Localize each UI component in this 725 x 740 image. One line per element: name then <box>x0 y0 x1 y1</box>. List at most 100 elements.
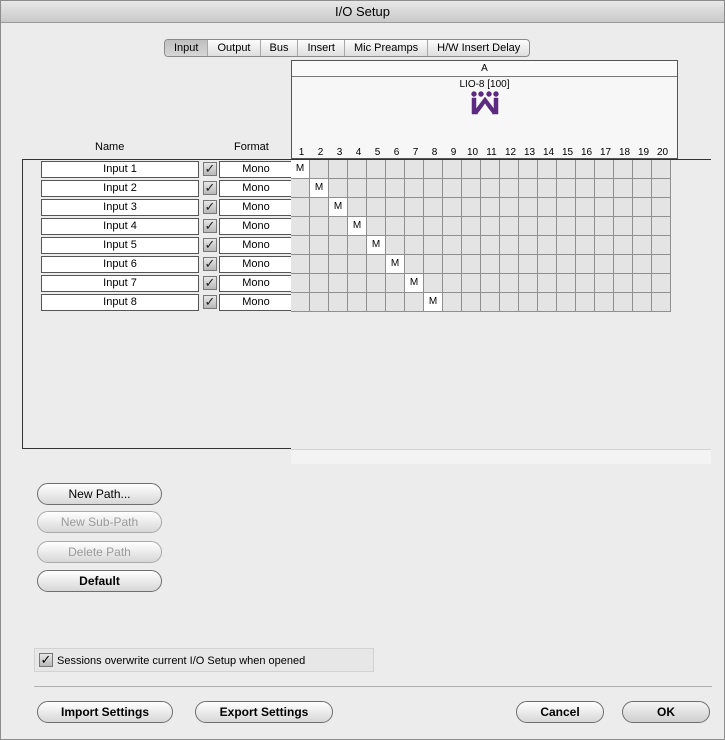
assignment-cell[interactable] <box>291 255 310 274</box>
assignment-cell[interactable] <box>633 274 652 293</box>
assignment-cell[interactable] <box>576 255 595 274</box>
assignment-cell[interactable] <box>386 274 405 293</box>
assignment-cell[interactable] <box>310 160 329 179</box>
assignment-cell[interactable] <box>519 293 538 312</box>
assignment-cell[interactable] <box>329 293 348 312</box>
assignment-cell[interactable] <box>614 293 633 312</box>
assignment-cell[interactable] <box>557 274 576 293</box>
assignment-cell[interactable] <box>291 236 310 255</box>
assignment-cell[interactable] <box>424 255 443 274</box>
assignment-cell[interactable] <box>367 274 386 293</box>
assignment-cell[interactable] <box>500 217 519 236</box>
path-format-field[interactable]: Mono <box>219 237 293 254</box>
assignment-cell[interactable] <box>519 179 538 198</box>
assignment-cell[interactable] <box>310 255 329 274</box>
assignment-cell[interactable] <box>519 160 538 179</box>
assignment-cell[interactable] <box>557 236 576 255</box>
assignment-cell[interactable] <box>462 217 481 236</box>
assignment-cell[interactable] <box>348 274 367 293</box>
assignment-cell[interactable] <box>614 236 633 255</box>
assignment-cell[interactable] <box>367 255 386 274</box>
assignment-cell[interactable] <box>386 179 405 198</box>
assignment-cell-active[interactable]: M <box>329 198 348 217</box>
assignment-cell[interactable] <box>538 198 557 217</box>
tab-mic-preamps[interactable]: Mic Preamps <box>345 40 429 56</box>
path-enable-checkbox[interactable]: ✓ <box>203 276 217 290</box>
assignment-cell[interactable] <box>595 217 614 236</box>
assignment-cell[interactable] <box>652 160 671 179</box>
assignment-cell[interactable] <box>329 160 348 179</box>
assignment-cell[interactable] <box>367 160 386 179</box>
assignment-cell[interactable] <box>405 236 424 255</box>
assignment-cell[interactable] <box>595 236 614 255</box>
assignment-cell[interactable] <box>405 293 424 312</box>
path-name-field[interactable]: Input 7 <box>41 275 199 292</box>
assignment-cell[interactable] <box>310 293 329 312</box>
assignment-cell[interactable] <box>595 179 614 198</box>
assignment-cell[interactable] <box>329 236 348 255</box>
assignment-cell[interactable] <box>443 255 462 274</box>
assignment-cell[interactable] <box>614 160 633 179</box>
assignment-cell-active[interactable]: M <box>386 255 405 274</box>
path-enable-checkbox[interactable]: ✓ <box>203 181 217 195</box>
assignment-cell[interactable] <box>405 198 424 217</box>
assignment-cell[interactable] <box>405 160 424 179</box>
assignment-cell[interactable] <box>538 160 557 179</box>
assignment-cell-active[interactable]: M <box>367 236 386 255</box>
assignment-cell[interactable] <box>633 236 652 255</box>
assignment-cell[interactable] <box>538 274 557 293</box>
path-name-field[interactable]: Input 4 <box>41 218 199 235</box>
assignment-cell[interactable] <box>443 274 462 293</box>
assignment-cell[interactable] <box>633 198 652 217</box>
assignment-cell[interactable] <box>481 198 500 217</box>
assignment-cell[interactable] <box>538 217 557 236</box>
assignment-cell[interactable] <box>633 293 652 312</box>
assignment-cell[interactable] <box>595 198 614 217</box>
assignment-cell[interactable] <box>291 274 310 293</box>
assignment-cell[interactable] <box>443 293 462 312</box>
assignment-cell[interactable] <box>462 198 481 217</box>
assignment-cell[interactable] <box>557 255 576 274</box>
assignment-cell[interactable] <box>481 293 500 312</box>
assignment-cell[interactable] <box>576 236 595 255</box>
tab-output[interactable]: Output <box>208 40 261 56</box>
assignment-cell[interactable] <box>310 236 329 255</box>
assignment-cell[interactable] <box>519 217 538 236</box>
assignment-cell[interactable] <box>576 293 595 312</box>
assignment-cell[interactable] <box>462 236 481 255</box>
assignment-cell[interactable] <box>538 179 557 198</box>
horizontal-scrollbar[interactable] <box>291 449 711 464</box>
assignment-cell[interactable] <box>500 293 519 312</box>
assignment-cell[interactable] <box>367 198 386 217</box>
path-format-field[interactable]: Mono <box>219 180 293 197</box>
assignment-cell[interactable] <box>557 293 576 312</box>
assignment-cell[interactable] <box>481 236 500 255</box>
assignment-cell[interactable] <box>329 274 348 293</box>
new-path-button[interactable]: New Path... <box>37 483 162 505</box>
assignment-cell-active[interactable]: M <box>405 274 424 293</box>
assignment-cell[interactable] <box>633 255 652 274</box>
assignment-cell[interactable] <box>348 160 367 179</box>
assignment-cell[interactable] <box>424 236 443 255</box>
assignment-cell[interactable] <box>481 217 500 236</box>
assignment-cell[interactable] <box>500 160 519 179</box>
assignment-cell[interactable] <box>652 217 671 236</box>
assignment-cell[interactable] <box>424 198 443 217</box>
assignment-cell[interactable] <box>443 179 462 198</box>
path-format-field[interactable]: Mono <box>219 161 293 178</box>
assignment-cell[interactable] <box>348 293 367 312</box>
path-format-field[interactable]: Mono <box>219 275 293 292</box>
assignment-cell[interactable] <box>538 255 557 274</box>
path-name-field[interactable]: Input 1 <box>41 161 199 178</box>
ok-button[interactable]: OK <box>622 701 710 723</box>
assignment-cell-active[interactable]: M <box>291 160 310 179</box>
tab-insert[interactable]: Insert <box>298 40 345 56</box>
assignment-cell[interactable] <box>481 179 500 198</box>
assignment-cell[interactable] <box>519 274 538 293</box>
path-enable-checkbox[interactable]: ✓ <box>203 219 217 233</box>
assignment-cell[interactable] <box>462 160 481 179</box>
assignment-cell[interactable] <box>500 274 519 293</box>
assignment-cell[interactable] <box>310 198 329 217</box>
assignment-cell[interactable] <box>633 160 652 179</box>
assignment-cell[interactable] <box>576 217 595 236</box>
